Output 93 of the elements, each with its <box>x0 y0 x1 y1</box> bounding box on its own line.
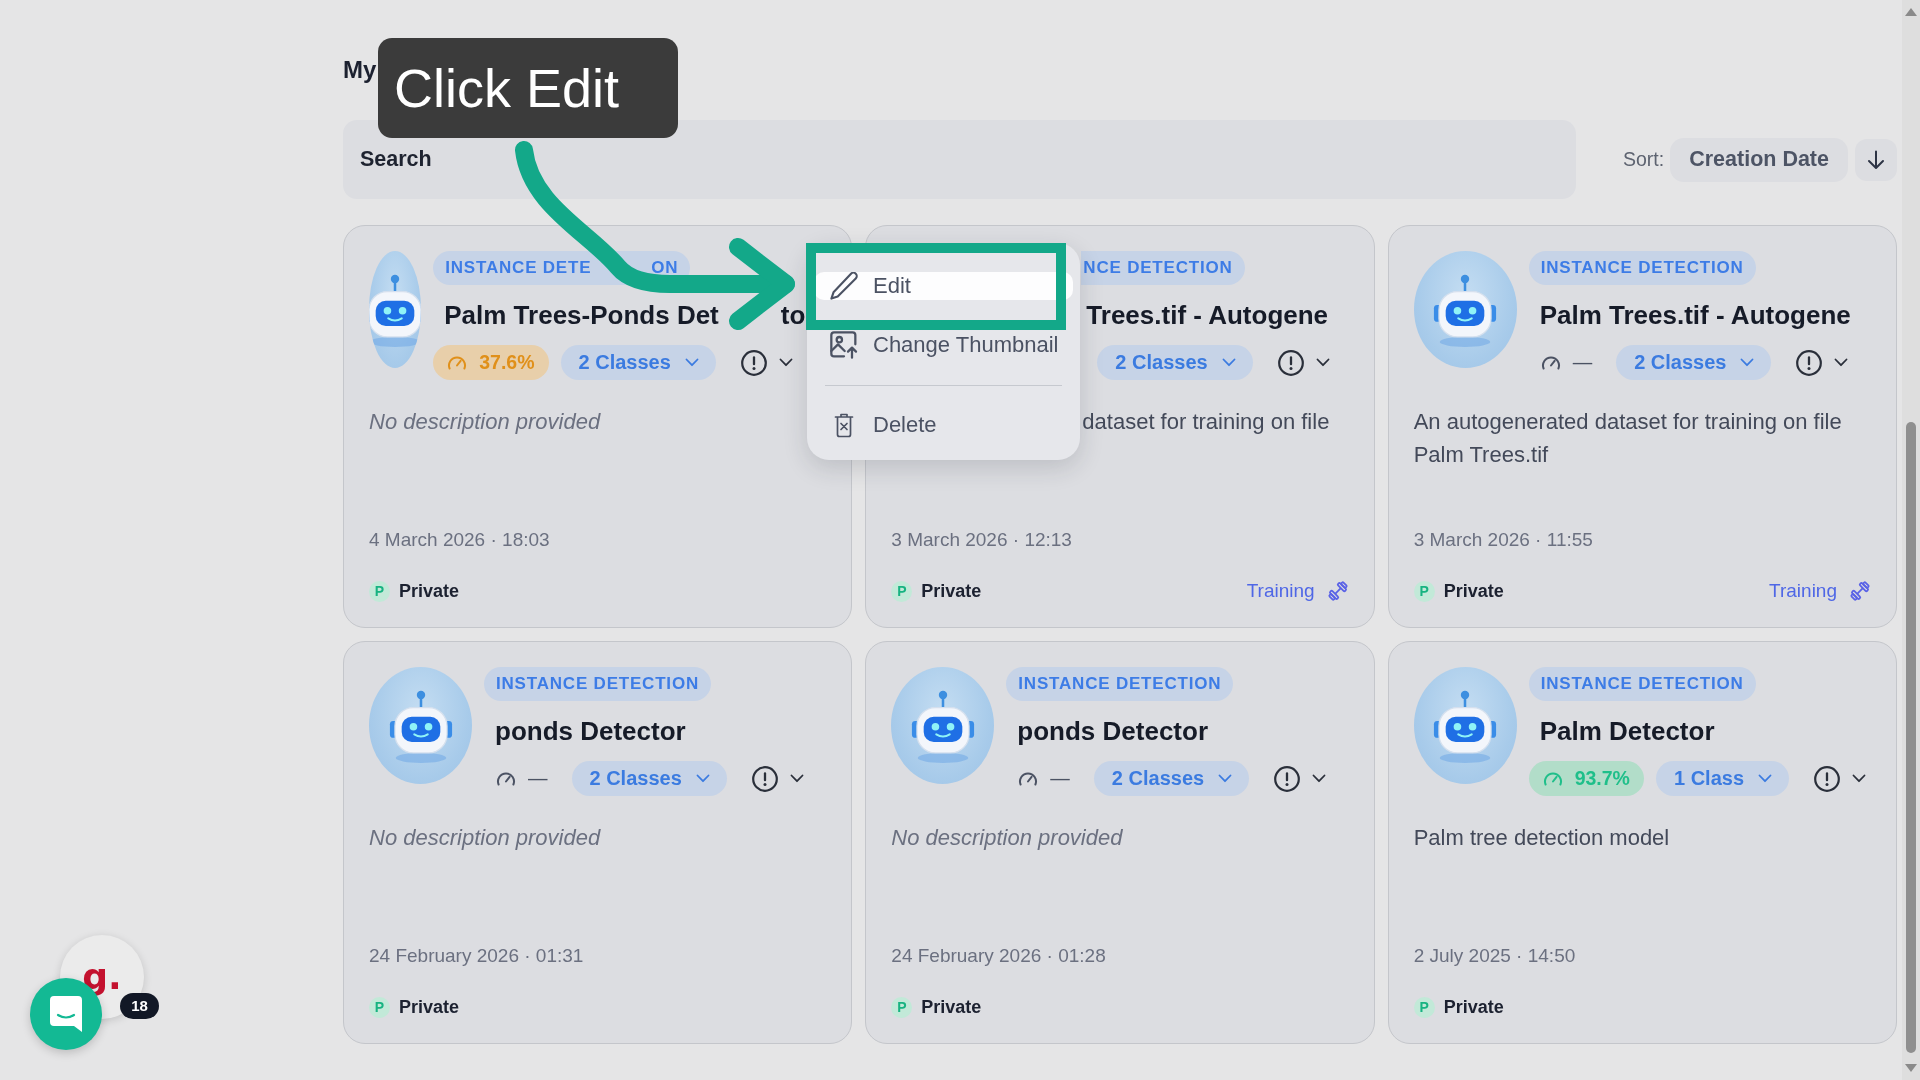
classes-dropdown[interactable]: 2 Classes <box>560 345 716 380</box>
model-description: dataset for training on file <box>1082 408 1330 436</box>
chevron-down-icon <box>695 774 710 783</box>
search-field[interactable]: Search <box>343 120 1576 199</box>
gauge-icon <box>1018 771 1039 786</box>
page-title: My <box>343 55 377 85</box>
sort-dropdown[interactable]: Creation Date <box>1670 137 1848 182</box>
menu-item[interactable]: Edit <box>814 272 1073 300</box>
visibility-initial: P <box>1413 580 1435 602</box>
trash-icon <box>833 412 854 438</box>
category-tag: NCE DETECTION <box>1081 251 1245 285</box>
created-date: 24 February 2026 · 01:28 <box>891 945 1106 967</box>
scroll-up-arrow-icon[interactable] <box>1905 8 1917 16</box>
chevron-down-icon[interactable] <box>778 358 793 367</box>
training-status: Training <box>1769 580 1837 602</box>
chat-bubble-icon <box>50 996 82 1032</box>
training-status: Training <box>1246 580 1315 602</box>
model-name: ponds Detector <box>1017 715 1208 748</box>
visibility-label: Private <box>399 996 460 1018</box>
menu-item[interactable]: Change Thumbnail <box>814 331 1073 359</box>
created-date: 3 March 2026 · 11:55 <box>1413 529 1593 551</box>
scrollbar-thumb[interactable] <box>1906 422 1916 1053</box>
visibility-initial: P <box>369 580 390 602</box>
sort-direction-button[interactable] <box>1855 138 1897 181</box>
model-description: No description provided <box>369 824 601 852</box>
chevron-down-icon <box>684 358 699 367</box>
tag-text: ON <box>651 258 679 277</box>
visibility-initial: P <box>1413 996 1435 1018</box>
visibility-label: Private <box>1443 580 1504 602</box>
visibility-initial: P <box>891 996 913 1018</box>
image-upload-icon <box>829 331 858 359</box>
chevron-down-icon <box>1758 774 1772 783</box>
gauge-icon <box>1540 355 1561 370</box>
tutorial-tooltip: Click Edit <box>378 38 678 138</box>
alert-circle-icon <box>1274 765 1301 792</box>
category-tag: INSTANCE DETECTION <box>1528 251 1756 285</box>
model-name: Palm Detector <box>1539 715 1715 748</box>
visibility-initial: P <box>891 580 913 602</box>
model-description: No description provided <box>369 408 601 436</box>
created-date: 2 July 2025 · 14:50 <box>1413 945 1576 967</box>
gauge-icon <box>496 771 516 786</box>
category-tag: INSTANCE DETECTION <box>1528 667 1756 701</box>
alert-circle-icon <box>1796 349 1823 376</box>
visibility-label: Private <box>399 580 460 602</box>
accuracy-value: — <box>1572 351 1593 374</box>
alert-circle-icon <box>740 349 767 376</box>
category-tag: INSTANCE DETECTION <box>1006 667 1234 701</box>
accuracy-value: — <box>528 767 548 790</box>
accuracy-value: 37.6% <box>479 351 535 374</box>
chevron-down-icon <box>1221 358 1236 367</box>
classes-dropdown[interactable]: 1 Class <box>1655 761 1789 796</box>
visibility-label: Private <box>921 580 982 602</box>
chevron-down-icon[interactable] <box>1852 774 1866 783</box>
chevron-down-icon[interactable] <box>789 774 804 783</box>
chevron-down-icon <box>1218 774 1233 783</box>
model-name: Trees.tif - Autogene <box>1086 299 1329 332</box>
visibility-initial: P <box>369 996 390 1018</box>
chevron-down-icon[interactable] <box>1834 358 1849 367</box>
visibility-label: Private <box>921 996 982 1018</box>
created-date: 4 March 2026 · 18:03 <box>369 529 550 551</box>
gauge-icon <box>1542 771 1563 786</box>
menu-item[interactable]: Delete <box>814 411 1073 439</box>
model-name: Palm Trees-Ponds Det <box>444 300 719 330</box>
chevron-down-icon[interactable] <box>1315 358 1330 367</box>
alert-circle-icon <box>751 765 778 792</box>
accuracy-value: 93.7% <box>1574 767 1630 790</box>
dumbbell-icon <box>1849 580 1871 602</box>
dumbbell-icon <box>1326 580 1349 602</box>
classes-dropdown[interactable]: 2 Classes <box>571 761 727 796</box>
sort-label: Sort: <box>1623 148 1665 171</box>
notification-count: 18 <box>120 993 159 1019</box>
chevron-down-icon[interactable] <box>1312 774 1327 783</box>
created-date: 3 March 2026 · 12:13 <box>891 529 1072 551</box>
model-name: ponds Detector <box>495 715 686 748</box>
model-name: to <box>780 300 806 330</box>
model-description: No description provided <box>891 824 1123 852</box>
tag-text: INSTANCE DETE <box>445 258 592 277</box>
alert-circle-icon <box>1814 765 1840 792</box>
accuracy-value: — <box>1050 767 1070 790</box>
model-description: An autogenerated dataset for training on file Palm Trees.tif <box>1413 408 1843 469</box>
gauge-icon <box>447 355 468 370</box>
chevron-down-icon <box>1740 358 1755 367</box>
classes-dropdown[interactable]: 2 Classes <box>1097 345 1253 380</box>
pencil-icon <box>829 272 858 300</box>
alert-circle-icon <box>1277 349 1304 376</box>
scroll-down-arrow-icon[interactable] <box>1905 1064 1917 1072</box>
classes-dropdown[interactable]: 2 Classes <box>1616 345 1772 380</box>
visibility-label: Private <box>1443 996 1504 1018</box>
created-date: 24 February 2026 · 01:31 <box>369 945 584 967</box>
model-name: Palm Trees.tif - Autogene <box>1539 299 1851 332</box>
model-description: Palm tree detection model <box>1413 824 1670 852</box>
classes-dropdown[interactable]: 2 Classes <box>1093 761 1250 796</box>
category-tag: INSTANCE DETECTION <box>484 667 711 701</box>
